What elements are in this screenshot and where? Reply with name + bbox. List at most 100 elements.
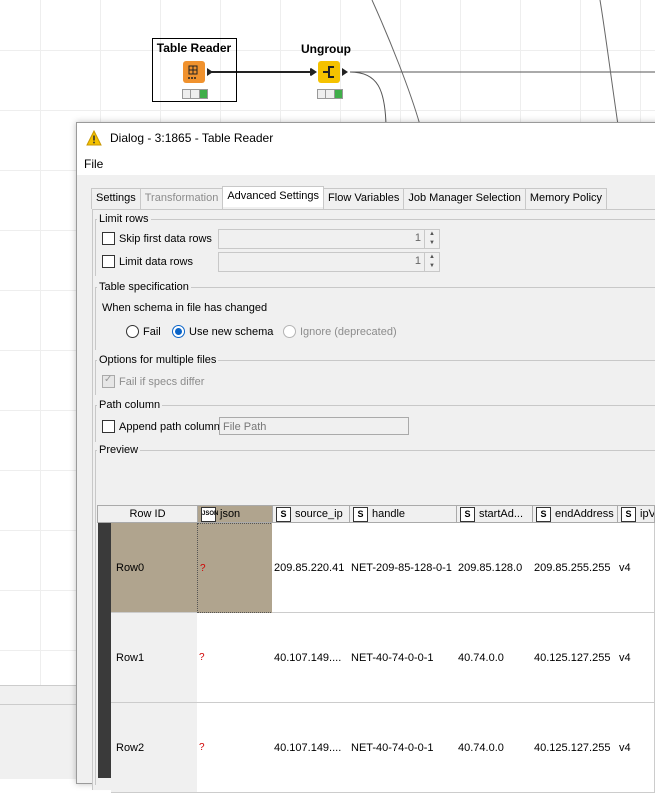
append-path-column-row[interactable]: Append path column xyxy=(102,420,220,433)
fail-if-specs-differ-checkbox[interactable] xyxy=(102,374,115,388)
skip-first-rows-spinner[interactable]: 1 ▲ ▼ xyxy=(218,229,440,249)
cell-row-id[interactable]: Row0 xyxy=(111,523,198,613)
cell-value: Row2 xyxy=(116,741,145,754)
cell-value: 40.107.149.... xyxy=(274,651,342,664)
cell-value: NET-209-85-128-0-1 xyxy=(351,561,452,574)
cell-source-ip[interactable]: 209.85.220.41 xyxy=(272,523,350,613)
column-header-handle[interactable]: S handle xyxy=(349,505,457,523)
radio-fail-label: Fail xyxy=(143,325,161,338)
skip-first-rows-row: Skip first data rows xyxy=(102,232,212,245)
column-header-json[interactable]: JSON json xyxy=(197,505,273,523)
cell-value: NET-40-74-0-0-1 xyxy=(351,741,434,754)
menu-bar: File xyxy=(77,153,655,175)
column-header-label: startAd... xyxy=(479,508,524,520)
skip-first-rows-value: 1 xyxy=(414,232,421,244)
cell-handle[interactable]: NET-209-85-128-0-1 xyxy=(349,523,457,613)
dialog-titlebar[interactable]: Dialog - 3:1865 - Table Reader xyxy=(77,123,655,153)
column-header-start-address[interactable]: S startAd... xyxy=(456,505,533,523)
node-title-ungroup: Ungroup xyxy=(301,42,351,56)
table-spec-group: Table specification xyxy=(95,281,655,350)
cell-ip-version[interactable]: v4 xyxy=(617,523,655,613)
cell-json[interactable]: ? xyxy=(197,613,273,703)
cell-value: v4 xyxy=(619,651,631,664)
spinner-arrows-icon[interactable]: ▲ ▼ xyxy=(424,253,439,271)
spinner-arrows-icon[interactable]: ▲ ▼ xyxy=(424,230,439,248)
column-header-source-ip[interactable]: S source_ip xyxy=(272,505,350,523)
node-status-table-reader xyxy=(182,89,208,99)
table-reader-icon[interactable] xyxy=(183,61,205,83)
schema-prompt: When schema in file has changed xyxy=(102,302,268,314)
path-column-name-field[interactable]: File Path xyxy=(219,417,409,435)
cell-row-id[interactable]: Row2 xyxy=(111,703,198,793)
warning-icon xyxy=(86,130,102,146)
append-path-column-checkbox[interactable] xyxy=(102,420,115,433)
connection-right xyxy=(599,0,619,126)
limit-data-rows-checkbox[interactable] xyxy=(102,255,115,268)
cell-handle[interactable]: NET-40-74-0-0-1 xyxy=(349,613,457,703)
cell-json[interactable]: ? xyxy=(197,703,273,793)
tab-flow-variables[interactable]: Flow Variables xyxy=(323,188,405,209)
column-header-label: ipV xyxy=(640,508,655,520)
radio-use-new-schema-row[interactable]: Use new schema xyxy=(172,325,273,338)
cell-value: ? xyxy=(199,652,205,663)
dialog-title: Dialog - 3:1865 - Table Reader xyxy=(110,131,274,145)
string-type-icon: S xyxy=(621,506,636,522)
cell-source-ip[interactable]: 40.107.149.... xyxy=(272,613,350,703)
ungroup-icon[interactable] xyxy=(318,61,340,83)
radio-use-new-schema-label: Use new schema xyxy=(189,325,274,338)
column-header-row-id[interactable]: Row ID xyxy=(97,505,198,523)
cell-json[interactable]: ? xyxy=(197,523,273,613)
column-header-end-address[interactable]: S endAddress xyxy=(532,505,618,523)
tab-job-manager-selection[interactable]: Job Manager Selection xyxy=(403,188,526,209)
radio-fail[interactable] xyxy=(126,325,139,338)
output-port-icon[interactable] xyxy=(342,68,348,76)
connection-upper xyxy=(371,0,421,126)
cell-handle[interactable]: NET-40-74-0-0-1 xyxy=(349,703,457,793)
cell-end-address[interactable]: 40.125.127.255 xyxy=(532,613,618,703)
column-header-label: json xyxy=(220,508,241,520)
column-header-label: Row ID xyxy=(129,508,166,520)
string-type-icon: S xyxy=(460,506,475,522)
cell-source-ip[interactable]: 40.107.149.... xyxy=(272,703,350,793)
skip-first-rows-label: Skip first data rows xyxy=(119,232,212,245)
radio-ignore-row[interactable]: Ignore (deprecated) xyxy=(283,325,397,338)
cell-value: 40.125.127.255 xyxy=(534,741,611,754)
output-port-icon[interactable] xyxy=(207,68,213,76)
node-status-ungroup xyxy=(317,89,343,99)
radio-fail-row[interactable]: Fail xyxy=(126,325,161,338)
cell-value: v4 xyxy=(619,561,631,574)
limit-data-rows-row: Limit data rows xyxy=(102,255,193,268)
cell-row-id[interactable]: Row1 xyxy=(111,613,198,703)
cell-value: ? xyxy=(199,742,205,753)
column-header-ip-version[interactable]: S ipV xyxy=(617,505,655,523)
cell-ip-version[interactable]: v4 xyxy=(617,703,655,793)
radio-ignore[interactable] xyxy=(283,325,296,338)
tab-transformation[interactable]: Transformation xyxy=(139,188,224,209)
tab-settings[interactable]: Settings xyxy=(91,188,141,209)
cell-value: ? xyxy=(200,562,206,574)
radio-use-new-schema[interactable] xyxy=(172,325,185,338)
radio-ignore-label: Ignore (deprecated) xyxy=(300,325,397,338)
cell-value: Row0 xyxy=(116,561,145,574)
tab-advanced-settings[interactable]: Advanced Settings xyxy=(222,186,325,207)
tab-bar: Settings Transformation Advanced Setting… xyxy=(91,186,608,209)
fail-if-specs-differ-row[interactable]: Fail if specs differ xyxy=(102,374,204,388)
cell-end-address[interactable]: 209.85.255.255 xyxy=(532,523,618,613)
limit-data-rows-value: 1 xyxy=(414,255,421,267)
cell-end-address[interactable]: 40.125.127.255 xyxy=(532,703,618,793)
table-spec-legend: Table specification xyxy=(99,281,189,293)
menu-file[interactable]: File xyxy=(84,157,103,171)
cell-value: 209.85.128.0 xyxy=(458,561,523,574)
cell-value: NET-40-74-0-0-1 xyxy=(351,651,434,664)
cell-start-address[interactable]: 209.85.128.0 xyxy=(456,523,533,613)
cell-start-address[interactable]: 40.74.0.0 xyxy=(456,703,533,793)
tab-memory-policy[interactable]: Memory Policy xyxy=(524,188,608,209)
cell-value: 209.85.220.41 xyxy=(274,561,345,574)
column-header-label: handle xyxy=(372,508,406,520)
skip-first-rows-checkbox[interactable] xyxy=(102,232,115,245)
limit-data-rows-spinner[interactable]: 1 ▲ ▼ xyxy=(218,252,440,272)
cell-start-address[interactable]: 40.74.0.0 xyxy=(456,613,533,703)
cell-ip-version[interactable]: v4 xyxy=(617,613,655,703)
path-column-legend: Path column xyxy=(99,399,161,411)
input-port-icon[interactable] xyxy=(311,68,317,76)
